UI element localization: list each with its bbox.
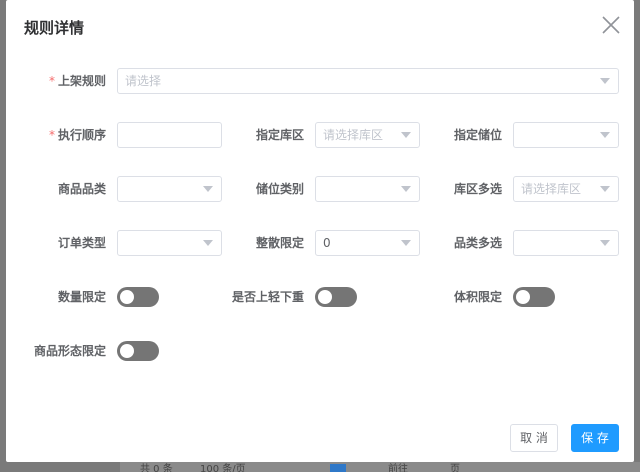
exec-order-input[interactable]: [117, 122, 222, 148]
order-type-label: 订单类型: [57, 236, 106, 250]
chevron-down-icon: [401, 132, 411, 138]
qty-limit-switch[interactable]: [117, 287, 159, 307]
pagination-goto: 前往: [388, 464, 408, 472]
zone-multi-label: 库区多选: [453, 182, 502, 196]
bulk-limit-select[interactable]: 0: [315, 230, 420, 256]
category-multi-label: 品类多选: [453, 236, 502, 250]
zone-label: 指定库区: [255, 128, 304, 142]
chevron-down-icon: [600, 186, 610, 192]
location-type-label: 储位类别: [255, 182, 304, 196]
switch-knob: [120, 344, 134, 358]
volume-limit-switch[interactable]: [513, 287, 555, 307]
location-select[interactable]: [513, 122, 619, 148]
product-category-label: 商品品类: [57, 182, 106, 196]
order-type-select[interactable]: [117, 230, 222, 256]
chevron-down-icon: [401, 186, 411, 192]
category-multi-select[interactable]: [513, 230, 619, 256]
cancel-button[interactable]: 取 消: [510, 424, 558, 452]
shape-limit-label: 商品形态限定: [33, 344, 106, 358]
exec-order-label: * 执行顺序: [48, 128, 106, 142]
pagination-unit: 页: [450, 464, 460, 472]
shape-limit-switch[interactable]: [117, 341, 159, 361]
shelf-rule-label: * 上架规则: [48, 74, 106, 88]
light-heavy-label: 是否上轻下重: [231, 290, 304, 304]
pagination-page-size: 100 条/页: [200, 464, 246, 472]
zone-multi-placeholder: 请选择库区: [521, 182, 582, 196]
chevron-down-icon: [600, 240, 610, 246]
zone-multi-select[interactable]: 请选择库区: [513, 176, 619, 202]
chevron-down-icon: [401, 240, 411, 246]
save-button[interactable]: 保 存: [571, 424, 619, 452]
background-pagination: 共 0 条 100 条/页 前往 页: [120, 462, 640, 472]
switch-knob: [318, 290, 332, 304]
pagination-current-page: [330, 464, 346, 472]
light-heavy-switch[interactable]: [315, 287, 357, 307]
chevron-down-icon: [600, 132, 610, 138]
location-label: 指定储位: [453, 128, 502, 142]
switch-knob: [120, 290, 134, 304]
required-mark: *: [48, 128, 55, 142]
volume-limit-label: 体积限定: [453, 290, 502, 304]
shelf-rule-select[interactable]: 请选择: [117, 68, 619, 94]
zone-select[interactable]: 请选择库区: [315, 122, 420, 148]
dialog-title: 规则详情: [24, 19, 85, 37]
required-mark: *: [48, 74, 55, 88]
shelf-rule-placeholder: 请选择: [125, 74, 162, 88]
location-type-select[interactable]: [315, 176, 420, 202]
chevron-down-icon: [203, 240, 213, 246]
pagination-total: 共 0 条: [140, 464, 173, 472]
chevron-down-icon: [203, 186, 213, 192]
close-icon[interactable]: [600, 14, 622, 36]
chevron-down-icon: [600, 78, 610, 84]
rule-detail-dialog: 规则详情 * 上架规则 请选择 * 执行顺序 指定库区 请选择库区 指定储位 商品品…: [6, 0, 634, 462]
zone-placeholder: 请选择库区: [323, 128, 384, 142]
product-category-select[interactable]: [117, 176, 222, 202]
switch-knob: [516, 290, 530, 304]
qty-limit-label: 数量限定: [57, 290, 106, 304]
bulk-limit-label: 整散限定: [255, 236, 304, 250]
bulk-limit-value: 0: [323, 236, 331, 250]
